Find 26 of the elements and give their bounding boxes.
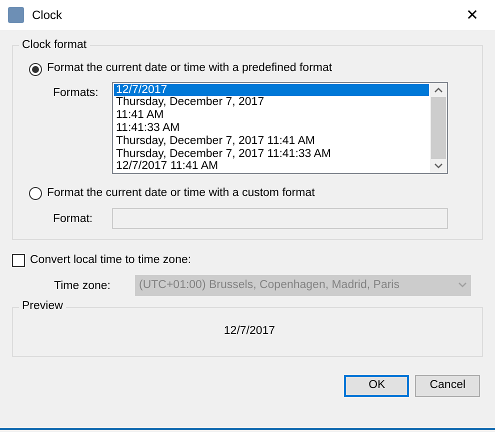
list-item[interactable]: 12/7/2017 11:41 AM xyxy=(114,160,429,173)
radio-button[interactable] xyxy=(29,62,42,76)
scroll-up-icon[interactable] xyxy=(434,86,443,93)
scrollbar-thumb[interactable] xyxy=(431,96,446,159)
preview-text: 12/7/2017 xyxy=(224,324,276,337)
group-label: Preview xyxy=(21,301,64,313)
scroll-down-icon[interactable] xyxy=(434,162,443,169)
field-label: Format: xyxy=(52,212,94,227)
list-item[interactable]: Thursday, December 7, 2017 11:41 AM xyxy=(114,134,429,148)
formats-list[interactable]: 12/7/2017 Thursday, December 7, 2017 11:41 AM 11:41:33 AM Thursday, December 7, 2017 11:41 AM Thursday, December 7, 2017 11:41:33 AM 12/7/2017 11:41 AM xyxy=(112,82,448,174)
caret-icon xyxy=(458,282,467,288)
list-item[interactable]: 11:41 AM xyxy=(114,109,429,122)
list-item[interactable]: Thursday, December 7, 2017 xyxy=(114,96,429,110)
dialog-button[interactable]: OK xyxy=(344,374,410,397)
field-label: Formats: xyxy=(52,86,100,100)
window-title: Clock xyxy=(32,7,62,24)
list-item[interactable]: 11:41:33 AM xyxy=(114,122,429,135)
list-item[interactable]: Thursday, December 7, 2017 11:41:33 AM xyxy=(114,148,429,160)
list-item[interactable]: 12/7/2017 xyxy=(114,84,429,96)
field-label: Time zone: xyxy=(53,278,112,294)
radio-label[interactable]: Format the current date or time with a predefined format xyxy=(47,60,332,78)
group-label: Clock format xyxy=(21,40,88,52)
app-icon xyxy=(8,7,24,23)
dropdown-value: (UTC+01:00) Brussels, Copenhagen, Madrid, Paris xyxy=(139,278,400,292)
close-button[interactable]: ✕ xyxy=(458,8,487,22)
dialog-button[interactable]: Cancel xyxy=(415,374,480,397)
